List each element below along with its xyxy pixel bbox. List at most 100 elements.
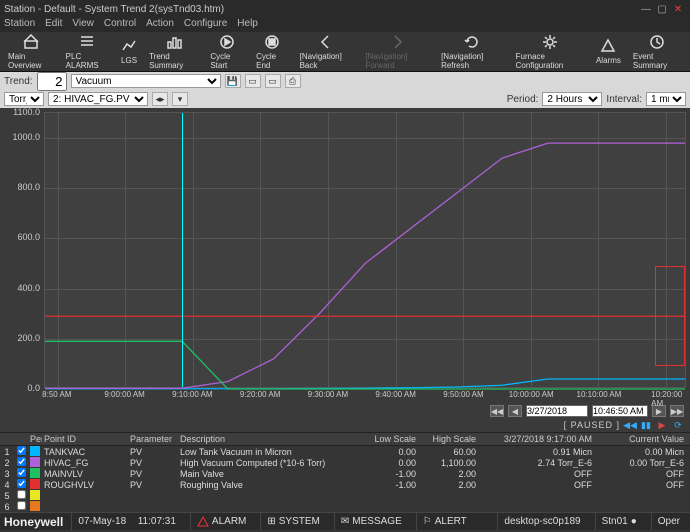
pause-button[interactable]: ▮▮ [640, 419, 652, 431]
pen-select[interactable]: 2: HIVAC_FG.PV [48, 92, 148, 106]
menu-bar: Station Edit View Control Action Configure Hel… [0, 18, 690, 32]
y-unit-select[interactable]: Torr_E-6 [4, 92, 44, 106]
trend-label: Trend: [4, 76, 33, 87]
skip-back-button[interactable]: ◀ [508, 405, 522, 417]
print-icon[interactable]: ⎙ [285, 74, 301, 88]
status-message[interactable]: ✉ MESSAGE [334, 513, 408, 531]
period-label: Period: [507, 94, 539, 105]
menu-configure[interactable]: Configure [184, 18, 227, 32]
y-tick: 400.0 [17, 283, 40, 293]
y-tick: 200.0 [17, 333, 40, 343]
y-tick: 600.0 [17, 232, 40, 242]
plot-area[interactable] [44, 112, 686, 388]
time-cursor[interactable] [182, 113, 183, 387]
menu-control[interactable]: Control [104, 18, 136, 32]
row-checkbox[interactable] [17, 446, 26, 455]
y-axis: 0.0200.0400.0600.0800.01000.01100.0 [0, 108, 44, 388]
pen-config-bar: Torr_E-6 2: HIVAC_FG.PV ◂▸ ▾ Period: 2 H… [0, 90, 690, 108]
loop-button[interactable]: ⟳ [672, 419, 684, 431]
trend-number-input[interactable] [37, 72, 67, 91]
window-title: Station - Default - System Trend 2(sysTn… [4, 4, 638, 15]
cycle-end-button[interactable]: Cycle End [250, 32, 293, 72]
period-select[interactable]: 2 Hours [542, 92, 602, 106]
table-row[interactable]: 3MAINVLVPVMain Valve-1.002.00OFFOFF [0, 468, 690, 479]
play-icon [219, 34, 235, 50]
chart-date-input[interactable] [526, 405, 588, 417]
status-date: 07-May-18 11:07:31 [71, 513, 182, 531]
status-alarm[interactable]: ALARM [190, 513, 252, 531]
table-row[interactable]: 5 [0, 490, 690, 501]
row-checkbox[interactable] [17, 501, 26, 510]
x-tick: 10:10:00 AM [577, 390, 622, 399]
status-system[interactable]: ⊞ SYSTEM [260, 513, 326, 531]
main-overview-button[interactable]: Main Overview [2, 32, 60, 72]
nav-back-button[interactable]: [Navigation] Back [294, 32, 360, 72]
home-icon [23, 34, 39, 50]
series-ROUGHVLV [45, 113, 685, 387]
table-row[interactable]: 4ROUGHVLVPVRoughing Valve-1.002.00OFFOFF [0, 479, 690, 490]
menu-edit[interactable]: Edit [45, 18, 62, 32]
gear-icon [542, 34, 558, 50]
ribbon-toolbar: Main OverviewPLC ALARMSLGSTrend SummaryC… [0, 32, 690, 72]
lgs-button[interactable]: LGS [115, 32, 143, 72]
play-button[interactable]: ▶ [656, 419, 668, 431]
alert-icon [600, 38, 616, 54]
stop-icon [264, 34, 280, 50]
toolbar-btn-2[interactable]: ▭ [245, 74, 261, 88]
table-row[interactable]: 6 [0, 501, 690, 512]
x-tick: 10:20:00 AM [651, 390, 682, 408]
row-checkbox[interactable] [17, 479, 26, 488]
y-tick: 800.0 [17, 182, 40, 192]
list-icon [79, 34, 95, 50]
skip-back-large-button[interactable]: ◀◀ [490, 405, 504, 417]
interval-select[interactable]: 1 mn [646, 92, 686, 106]
alarms-button[interactable]: Alarms [590, 32, 627, 72]
menu-action[interactable]: Action [146, 18, 174, 32]
status-alert[interactable]: ⚐ ALERT [416, 513, 473, 531]
status-station: Stn01 ● [595, 513, 643, 531]
table-header: Pen Point ID Parameter Description Low S… [0, 432, 690, 446]
maximize-button[interactable]: ▢ [654, 4, 670, 15]
y-tick: 0.0 [27, 383, 40, 393]
status-oper: Oper [651, 513, 686, 531]
chart-time-input[interactable] [592, 405, 648, 417]
menu-help[interactable]: Help [237, 18, 258, 32]
minimize-button[interactable]: — [638, 4, 654, 15]
event-summary-button[interactable]: Event Summary [627, 32, 688, 72]
trend-name-select[interactable]: Vacuum [71, 74, 221, 88]
nav-refresh-button[interactable]: [Navigation] Refresh [435, 32, 510, 72]
x-tick: 8:50 AM [42, 390, 71, 399]
clock-icon [649, 34, 665, 50]
x-axis: 8:50 AM9:00:00 AM9:10:00 AM9:20:00 AM9:3… [44, 390, 686, 404]
y-tick: 1100.0 [13, 107, 40, 117]
nav-forward-button: [Navigation] Forward [359, 32, 435, 72]
status-host: desktop-sc0p189 [497, 513, 586, 531]
menu-station[interactable]: Station [4, 18, 35, 32]
title-bar: Station - Default - System Trend 2(sysTn… [0, 0, 690, 18]
table-row[interactable]: 1TANKVACPVLow Tank Vacuum in Micron0.006… [0, 446, 690, 457]
pen-opts-button[interactable]: ▾ [172, 92, 188, 106]
cycle-start-button[interactable]: Cycle Start [204, 32, 250, 72]
trend-summary-button[interactable]: Trend Summary [143, 32, 204, 72]
row-checkbox[interactable] [17, 468, 26, 477]
chart-icon [166, 34, 182, 50]
row-checkbox[interactable] [17, 490, 26, 499]
table-row[interactable]: 2HIVAC_FGPVHigh Vacuum Computed (*10-6 T… [0, 457, 690, 468]
menu-view[interactable]: View [72, 18, 94, 32]
save-icon[interactable]: 💾 [225, 74, 241, 88]
status-bar: Honeywell 07-May-18 11:07:31 ALARM ⊞ SYS… [0, 512, 690, 530]
close-button[interactable]: ✕ [670, 4, 686, 15]
plc-alarms-button[interactable]: PLC ALARMS [60, 32, 115, 72]
playback-bar: [ PAUSED ] ◀◀ ▮▮ ▶ ⟳ [0, 418, 690, 432]
row-checkbox[interactable] [17, 457, 26, 466]
trend-chart: 0.0 200.0 400.0 600.0 800.0 1000.0 1100.0 8:50… [0, 108, 690, 404]
y-tick: 1000.0 [12, 132, 40, 142]
pen-prev-button[interactable]: ◂▸ [152, 92, 168, 106]
back-icon [318, 34, 334, 50]
x-tick: 10:00:00 AM [509, 390, 554, 399]
x-tick: 9:00:00 AM [104, 390, 144, 399]
trend-selector-bar: Trend: Vacuum 💾 ▭ ▭ ⎙ [0, 72, 690, 90]
rewind-button[interactable]: ◀◀ [624, 419, 636, 431]
toolbar-btn-3[interactable]: ▭ [265, 74, 281, 88]
furnace-config-button[interactable]: Furnace Configuration [510, 32, 590, 72]
